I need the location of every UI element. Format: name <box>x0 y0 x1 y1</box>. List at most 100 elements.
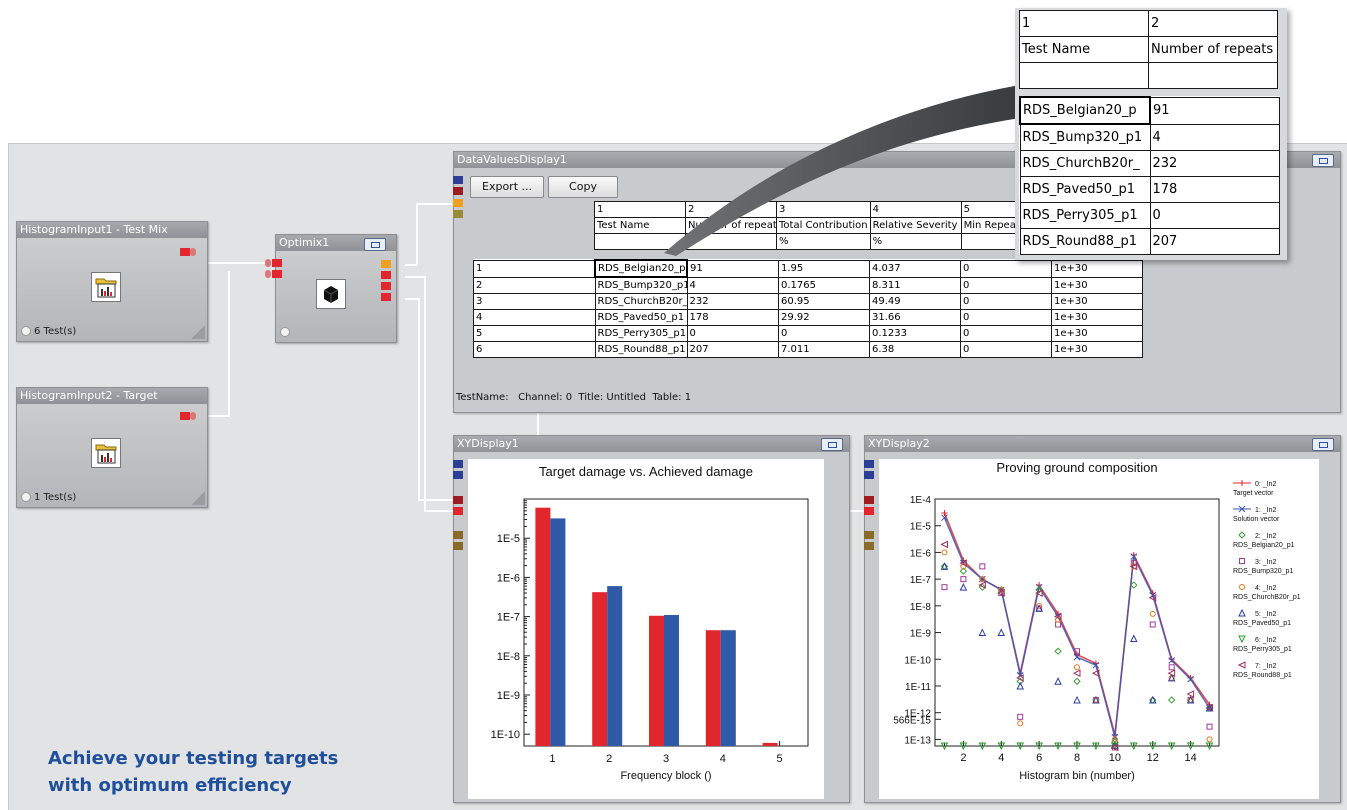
table-cell[interactable]: 0 <box>960 341 1052 358</box>
output-port[interactable] <box>180 412 190 420</box>
table-cell[interactable]: 1e+30 <box>1051 293 1143 310</box>
output-port[interactable] <box>381 260 391 268</box>
table-cell[interactable]: 0.1765 <box>778 276 870 294</box>
table-cell[interactable]: 1.95 <box>778 259 870 278</box>
table-cell[interactable]: 0 <box>778 325 870 342</box>
table-cell[interactable]: RDS_Bump320_p1 <box>594 276 688 294</box>
input-port[interactable] <box>453 187 463 195</box>
table-cell[interactable]: RDS_Round88_p1 <box>594 341 688 358</box>
output-port[interactable] <box>190 412 196 420</box>
table-cell[interactable]: 8.311 <box>869 276 961 294</box>
table-cell[interactable]: 0.1233 <box>869 325 961 342</box>
row-number[interactable]: 6 <box>473 341 596 358</box>
input-port[interactable] <box>265 270 271 278</box>
table-cell[interactable]: 1e+30 <box>1051 325 1143 342</box>
table-cell[interactable]: 0 <box>686 325 779 342</box>
table-cell[interactable]: 0 <box>960 259 1052 278</box>
table-cell[interactable]: 91 <box>686 259 779 278</box>
copy-button[interactable]: Copy <box>548 176 618 198</box>
table-cell[interactable]: 1e+30 <box>1051 341 1143 358</box>
table-cell[interactable]: 0 <box>960 325 1052 342</box>
histogram-input-2-node[interactable]: HistogramInput2 - Target 1 Test(s) <box>16 387 208 508</box>
input-port[interactable] <box>272 270 282 278</box>
histogram-input-1-node[interactable]: HistogramInput1 - Test Mix 6 Test(s) <box>16 221 208 342</box>
column-header[interactable]: Relative Severity <box>869 217 962 234</box>
table-row[interactable]: 1 RDS_Belgian20_p 91 1.95 4.037 0 1e+30 <box>473 259 1143 278</box>
table-cell[interactable]: RDS_Paved50_p1 <box>594 309 688 326</box>
row-number[interactable]: 5 <box>473 325 596 342</box>
output-port[interactable] <box>190 248 196 256</box>
table-cell[interactable]: 29.92 <box>778 309 870 326</box>
connection-wire <box>537 413 539 435</box>
input-port[interactable] <box>453 176 463 184</box>
restore-button[interactable] <box>821 438 843 451</box>
table-row[interactable]: 6 RDS_Round88_p1 207 7.011 6.38 0 1e+30 <box>473 341 1143 358</box>
table-cell[interactable]: 6.38 <box>869 341 961 358</box>
restore-button[interactable] <box>364 238 386 251</box>
xy-display-2-panel[interactable]: XYDisplay2 Proving ground composition 566… <box>864 435 1341 803</box>
table-cell[interactable]: 4 <box>686 276 779 294</box>
table-cell[interactable]: 4.037 <box>869 259 961 278</box>
output-port[interactable] <box>381 271 391 279</box>
table-cell[interactable]: RDS_Belgian20_p <box>594 259 688 278</box>
input-port[interactable] <box>453 531 463 539</box>
table-cell[interactable]: 0 <box>960 309 1052 326</box>
input-port[interactable] <box>453 460 463 468</box>
table-cell[interactable]: 1e+30 <box>1051 259 1143 278</box>
table-cell[interactable]: 60.95 <box>778 293 870 310</box>
table-cell[interactable]: 7.011 <box>778 341 870 358</box>
input-port[interactable] <box>453 496 463 504</box>
table-row[interactable]: 5 RDS_Perry305_p1 0 0 0.1233 0 1e+30 <box>473 325 1143 342</box>
table-row[interactable]: 3 RDS_ChurchB20r_ 232 60.95 49.49 0 1e+30 <box>473 293 1143 310</box>
table-cell[interactable]: RDS_ChurchB20r_ <box>594 293 688 310</box>
input-port[interactable] <box>453 210 463 218</box>
input-port[interactable] <box>453 542 463 550</box>
column-header[interactable]: Test Name <box>594 217 686 234</box>
row-number[interactable]: 1 <box>473 259 596 278</box>
export-button[interactable]: Export ... <box>470 176 544 198</box>
table-cell[interactable]: 31.66 <box>869 309 961 326</box>
legend-label: 4: _In2 <box>1255 585 1277 592</box>
input-port[interactable] <box>864 531 874 539</box>
input-port[interactable] <box>453 471 463 479</box>
resize-grip-icon[interactable] <box>191 491 205 505</box>
xy-display-1-panel[interactable]: XYDisplay1 Target damage vs. Achieved da… <box>453 435 850 803</box>
column-header[interactable]: Total Contribution <box>776 217 871 234</box>
data-point <box>1238 531 1246 539</box>
table-cell[interactable]: 1e+30 <box>1051 276 1143 294</box>
table-cell[interactable]: RDS_Perry305_p1 <box>594 325 688 342</box>
data-values-table[interactable]: 1 2 3 4 5 Test Name Number of repeats To… <box>594 201 1053 250</box>
restore-button[interactable] <box>1312 154 1334 167</box>
input-port[interactable] <box>864 507 874 515</box>
input-port[interactable] <box>864 496 874 504</box>
row-number[interactable]: 2 <box>473 276 596 294</box>
input-port[interactable] <box>864 460 874 468</box>
input-port[interactable] <box>265 259 271 267</box>
resize-grip-icon[interactable] <box>191 325 205 339</box>
table-cell[interactable]: 178 <box>686 309 779 326</box>
row-number[interactable]: 3 <box>473 293 596 310</box>
table-row[interactable]: 2 RDS_Bump320_p1 4 0.1765 8.311 0 1e+30 <box>473 276 1143 294</box>
table-cell[interactable]: 232 <box>686 293 779 310</box>
table-cell[interactable]: 207 <box>686 341 779 358</box>
table-cell[interactable]: 49.49 <box>869 293 961 310</box>
input-port[interactable] <box>453 507 463 515</box>
output-port[interactable] <box>180 248 190 256</box>
legend-label: 1: _In2 <box>1255 507 1277 514</box>
node-status: 1 Test(s) <box>21 492 76 503</box>
data-values-rows[interactable]: 1 RDS_Belgian20_p 91 1.95 4.037 0 1e+30 2 RDS_Bu… <box>473 259 1143 358</box>
table-cell[interactable]: 1e+30 <box>1051 309 1143 326</box>
table-row[interactable]: 4 RDS_Paved50_p1 178 29.92 31.66 0 1e+30 <box>473 309 1143 326</box>
output-port[interactable] <box>381 293 391 301</box>
table-cell[interactable]: 0 <box>960 276 1052 294</box>
column-header[interactable]: Number of repeats <box>685 217 777 234</box>
input-port[interactable] <box>864 471 874 479</box>
table-cell[interactable]: 0 <box>960 293 1052 310</box>
output-port[interactable] <box>381 282 391 290</box>
input-port[interactable] <box>864 542 874 550</box>
input-port[interactable] <box>272 259 282 267</box>
optimix-node[interactable]: Optimix1 <box>275 234 397 343</box>
row-number[interactable]: 4 <box>473 309 596 326</box>
restore-button[interactable] <box>1312 438 1334 451</box>
input-port[interactable] <box>453 199 463 207</box>
